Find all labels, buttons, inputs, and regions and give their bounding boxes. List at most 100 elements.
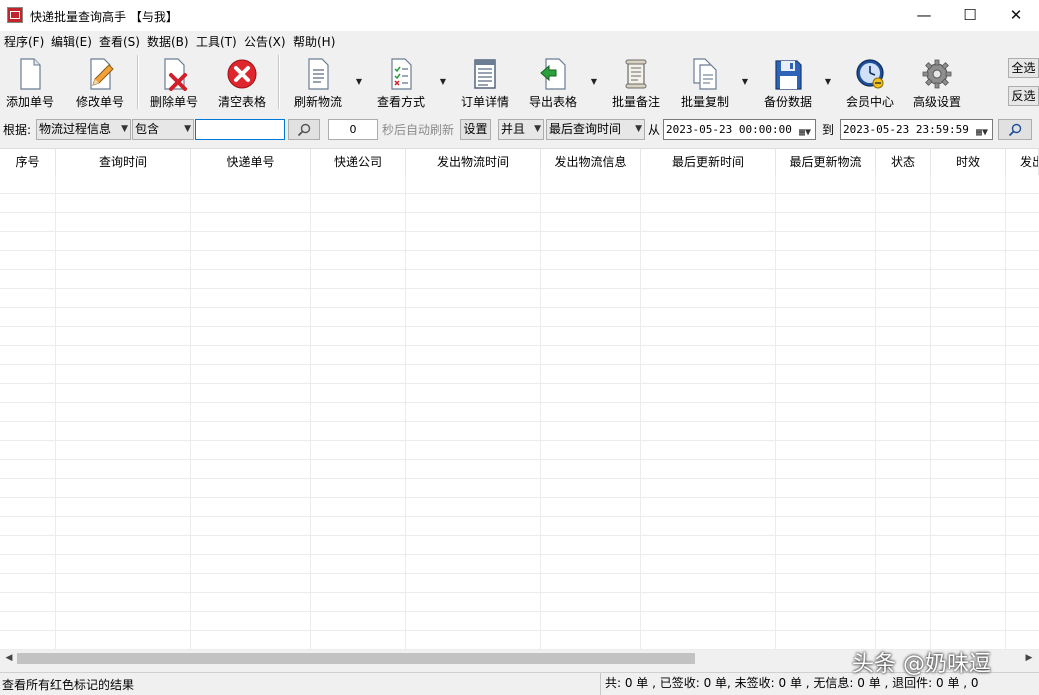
menu-tools[interactable]: 工具(T) (196, 33, 237, 50)
menu-view[interactable]: 查看(S) (99, 33, 140, 50)
toolbar-separator (278, 55, 280, 109)
window-title: 快递批量查询高手 【与我】 (30, 10, 178, 24)
scroll-right-icon[interactable]: ▶ (1022, 652, 1036, 665)
column-header[interactable]: 发出物流时间 (406, 149, 541, 175)
settings-button[interactable]: 设置 (460, 119, 491, 140)
scroll-left-icon[interactable]: ◀ (2, 652, 16, 665)
view-mode-dropdown-arrow[interactable]: ▼ (438, 77, 448, 87)
column-header[interactable]: 最后更新物流 (776, 149, 876, 175)
basis-select-value: 物流过程信息 (39, 122, 112, 136)
refresh-dropdown-arrow[interactable]: ▼ (354, 77, 364, 87)
copy-icon (693, 58, 717, 90)
column-header[interactable]: 查询时间 (56, 149, 191, 175)
app-logo-icon (7, 7, 23, 23)
column-divider (405, 175, 406, 651)
floppy-disk-icon (775, 60, 802, 90)
to-datetime-picker[interactable]: 2023-05-23 23:59:59 ▦▼ (840, 119, 993, 140)
order-details-label: 订单详情 (460, 95, 509, 109)
logic-select-value: 并且 (501, 122, 526, 136)
title-bar: 快递批量查询高手 【与我】 — ☐ ✕ (0, 0, 1039, 31)
export-dropdown-arrow[interactable]: ▼ (589, 77, 599, 87)
select-all-button[interactable]: 全选 (1008, 58, 1039, 78)
menu-program[interactable]: 程序(F) (4, 33, 44, 50)
table-body[interactable] (0, 175, 1039, 651)
column-header[interactable]: 快递公司 (311, 149, 406, 175)
document-delete-icon (164, 58, 187, 91)
match-select-value: 包含 (135, 122, 160, 136)
batch-copy-label: 批量复制 (680, 95, 729, 109)
invert-selection-button[interactable]: 反选 (1008, 86, 1039, 106)
column-divider (640, 175, 641, 651)
advanced-settings-button[interactable]: 高级设置 (908, 55, 966, 109)
copy-dropdown-arrow[interactable]: ▼ (740, 77, 750, 87)
edit-number-button[interactable]: 修改单号 (72, 55, 128, 109)
clear-table-button[interactable]: 清空表格 (214, 55, 270, 109)
time-field-select[interactable]: 最后查询时间 ▼ (546, 119, 645, 140)
column-header[interactable]: 最后更新时间 (641, 149, 776, 175)
refresh-logistics-label: 刷新物流 (293, 95, 342, 109)
export-table-button[interactable]: 导出表格 (524, 55, 582, 109)
search-icon (1008, 123, 1022, 137)
member-center-label: 会员中心 (845, 95, 894, 109)
column-header[interactable]: 发出物流信息 (541, 149, 641, 175)
from-datetime-picker[interactable]: 2023-05-23 00:00:00 ▦▼ (663, 119, 816, 140)
minimize-button[interactable]: — (901, 0, 947, 31)
column-divider (1005, 175, 1006, 651)
status-message: 查看所有红色标记的结果 (2, 678, 135, 692)
query-button[interactable] (998, 119, 1032, 140)
member-center-button[interactable]: 会员中心 (841, 55, 899, 109)
view-mode-label: 查看方式 (376, 95, 425, 109)
add-number-label: 添加单号 (5, 95, 54, 109)
column-header[interactable]: 状态 (876, 149, 931, 175)
search-input[interactable] (195, 119, 285, 140)
time-field-select-value: 最后查询时间 (549, 122, 622, 136)
backup-data-button[interactable]: 备份数据 (759, 55, 817, 109)
basis-select[interactable]: 物流过程信息 ▼ (36, 119, 131, 140)
column-header[interactable]: 快递单号 (191, 149, 311, 175)
menu-data[interactable]: 数据(B) (147, 33, 189, 50)
search-button[interactable] (288, 119, 320, 140)
document-add-icon (20, 58, 41, 90)
search-icon (297, 123, 311, 137)
chevron-down-icon: ▼ (121, 124, 128, 134)
refresh-seconds-input[interactable]: 0 (328, 119, 378, 140)
menu-edit[interactable]: 编辑(E) (51, 33, 92, 50)
checklist-icon (391, 58, 412, 90)
calendar-dropdown-icon: ▦▼ (975, 127, 988, 138)
scrollbar-thumb[interactable] (17, 653, 695, 664)
column-divider (540, 175, 541, 651)
column-header[interactable]: 发出 (1006, 149, 1039, 175)
match-select[interactable]: 包含 ▼ (132, 119, 194, 140)
maximize-button[interactable]: ☐ (947, 0, 993, 31)
column-divider (55, 175, 56, 651)
batch-note-button[interactable]: 批量备注 (607, 55, 665, 109)
from-datetime-value: 2023-05-23 00:00:00 (666, 123, 792, 136)
column-divider (775, 175, 776, 651)
backup-dropdown-arrow[interactable]: ▼ (823, 77, 833, 87)
batch-note-label: 批量备注 (611, 95, 660, 109)
backup-data-label: 备份数据 (763, 95, 812, 109)
menu-notice[interactable]: 公告(X) (244, 33, 286, 50)
export-icon (540, 58, 566, 90)
menu-help[interactable]: 帮助(H) (293, 33, 335, 50)
to-datetime-value: 2023-05-23 23:59:59 (843, 123, 969, 136)
column-header[interactable]: 时效 (931, 149, 1006, 175)
batch-copy-button[interactable]: 批量复制 (676, 55, 734, 109)
gear-icon (922, 59, 952, 89)
close-button[interactable]: ✕ (993, 0, 1039, 31)
results-table[interactable]: 序号 查询时间 快递单号 快递公司 发出物流时间 发出物流信息 最后更新时间 最… (0, 148, 1039, 651)
from-label: 从 (648, 123, 661, 137)
advanced-settings-label: 高级设置 (912, 95, 961, 109)
add-number-button[interactable]: 添加单号 (2, 55, 58, 109)
view-mode-button[interactable]: 查看方式 (372, 55, 430, 109)
clear-table-label: 清空表格 (217, 95, 266, 109)
delete-number-button[interactable]: 删除单号 (146, 55, 202, 109)
column-divider (875, 175, 876, 651)
order-details-button[interactable]: 订单详情 (456, 55, 514, 109)
column-divider (190, 175, 191, 651)
watermark: 头条 @奶味逗 (852, 652, 991, 677)
column-header[interactable]: 序号 (0, 149, 56, 175)
logic-select[interactable]: 并且 ▼ (498, 119, 544, 140)
refresh-logistics-button[interactable]: 刷新物流 (289, 55, 347, 109)
to-label: 到 (822, 123, 835, 137)
